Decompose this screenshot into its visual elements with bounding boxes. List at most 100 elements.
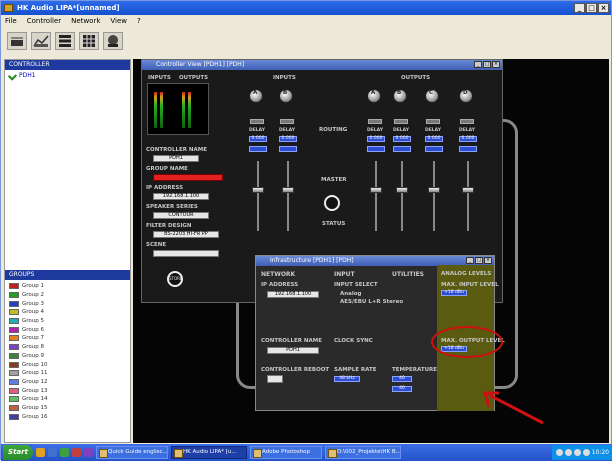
ip-address-field[interactable]: 192.168.1.100 — [153, 193, 209, 200]
delay-value[interactable]: 0.000 — [459, 136, 477, 142]
group-item[interactable]: Group 7 — [9, 334, 126, 343]
gain-value[interactable] — [279, 146, 297, 152]
delay-label: DELAY — [459, 128, 475, 133]
master-button[interactable] — [324, 195, 340, 211]
check-icon — [7, 70, 18, 81]
close-button[interactable]: × — [598, 3, 609, 13]
controller-item-pdh1[interactable]: PDH1 — [5, 70, 130, 81]
group-item[interactable]: Group 15 — [9, 404, 126, 413]
delay-value[interactable]: 0.000 — [393, 136, 411, 142]
list-button[interactable] — [55, 32, 75, 50]
group-item-label: Group 4 — [22, 309, 44, 316]
fader-handle[interactable] — [428, 187, 440, 193]
group-item[interactable]: Group 9 — [9, 352, 126, 361]
taskbar-item-quick-guide[interactable]: Quick Guide englisc... — [96, 446, 168, 459]
gain-value[interactable] — [393, 146, 411, 152]
mute-button[interactable] — [426, 119, 440, 124]
gain-value[interactable] — [425, 146, 443, 152]
group-name-field[interactable] — [153, 174, 223, 181]
mute-button[interactable] — [460, 119, 474, 124]
toolbar — [1, 28, 611, 54]
gain-value[interactable] — [249, 146, 267, 152]
cv-maximize-button[interactable]: □ — [483, 61, 491, 68]
group-color-swatch — [9, 344, 19, 351]
cv-close-button[interactable]: × — [492, 61, 500, 68]
group-item[interactable]: Group 6 — [9, 325, 126, 334]
mute-button[interactable] — [368, 119, 382, 124]
menu-network[interactable]: Network — [71, 15, 100, 27]
tray-icon[interactable] — [564, 449, 572, 456]
group-item[interactable]: Group 16 — [9, 412, 126, 421]
delay-value[interactable]: 0.000 — [279, 136, 297, 142]
mute-button[interactable] — [250, 119, 264, 124]
group-item[interactable]: Group 2 — [9, 291, 126, 300]
group-color-swatch — [9, 404, 19, 411]
max-input-level-select[interactable]: +18 dBu — [441, 290, 467, 296]
quicklaunch-icon[interactable] — [72, 448, 81, 457]
fader-handle[interactable] — [370, 187, 382, 193]
taskbar-item-hk-audio[interactable]: HK Audio LIPA* [u... — [171, 446, 247, 459]
group-item[interactable]: Group 4 — [9, 308, 126, 317]
new-button[interactable] — [7, 32, 27, 50]
taskbar-item-photoshop[interactable]: Adobe Photoshop — [250, 446, 322, 459]
group-item[interactable]: Group 5 — [9, 317, 126, 326]
group-item[interactable]: Group 10 — [9, 360, 126, 369]
group-item[interactable]: Group 13 — [9, 386, 126, 395]
mute-button[interactable] — [280, 119, 294, 124]
group-item[interactable]: Group 12 — [9, 378, 126, 387]
grid-button[interactable] — [79, 32, 99, 50]
group-color-swatch — [9, 335, 19, 342]
gain-value[interactable] — [367, 146, 385, 152]
filter-design-select[interactable]: BS-2203 HI-FR PP — [153, 231, 219, 238]
gain-value[interactable] — [459, 146, 477, 152]
fader-handle[interactable] — [462, 187, 474, 193]
menu-file[interactable]: File — [5, 15, 17, 27]
minimize-button[interactable]: _ — [574, 3, 585, 13]
controller-reboot-button[interactable] — [267, 375, 283, 383]
group-item[interactable]: Group 1 — [9, 282, 126, 291]
speaker-series-select[interactable]: CONTOUR — [153, 212, 209, 219]
menu-controller[interactable]: Controller — [27, 15, 61, 27]
delay-value[interactable]: 0.000 — [249, 136, 267, 142]
controller-name-field[interactable]: PDH1 — [153, 155, 199, 162]
group-item[interactable]: Group 8 — [9, 343, 126, 352]
chart-button[interactable] — [31, 32, 51, 50]
store-button[interactable]: STORE — [167, 271, 183, 287]
infra-close-button[interactable]: × — [484, 257, 492, 264]
fader-handle[interactable] — [252, 187, 264, 193]
maximize-button[interactable]: □ — [586, 3, 597, 13]
group-color-swatch — [9, 352, 19, 359]
taskbar-item-explorer[interactable]: D:\002_Projekte\HK B... — [325, 446, 401, 459]
tray-icon[interactable] — [573, 449, 581, 456]
fader-handle[interactable] — [282, 187, 294, 193]
filter-design-label: FILTER DESIGN — [146, 223, 192, 229]
tray-icon[interactable] — [555, 449, 563, 456]
start-button[interactable]: Start — [3, 445, 33, 460]
infra-controller-name-field[interactable]: PDH1 — [267, 347, 319, 354]
fader-handle[interactable] — [396, 187, 408, 193]
delay-value[interactable]: 0.000 — [367, 136, 385, 142]
infra-ip-address-field[interactable]: 192.168.1.100 — [267, 291, 319, 298]
input-select-label: INPUT SELECT — [334, 282, 378, 288]
infra-maximize-button[interactable]: □ — [475, 257, 483, 264]
quicklaunch-icon[interactable] — [84, 448, 93, 457]
menu-view[interactable]: View — [110, 15, 127, 27]
tray-icon[interactable] — [582, 449, 590, 456]
group-item[interactable]: Group 3 — [9, 299, 126, 308]
mute-button[interactable] — [394, 119, 408, 124]
device-button[interactable] — [103, 32, 123, 50]
quicklaunch-icon[interactable] — [60, 448, 69, 457]
infra-minimize-button[interactable]: _ — [466, 257, 474, 264]
chart-icon — [33, 35, 49, 47]
delay-value[interactable]: 0.000 — [425, 136, 443, 142]
group-item[interactable]: Group 14 — [9, 395, 126, 404]
scene-field[interactable] — [153, 250, 219, 257]
group-item[interactable]: Group 11 — [9, 369, 126, 378]
menu-help[interactable]: ? — [137, 15, 141, 27]
cv-minimize-button[interactable]: _ — [474, 61, 482, 68]
quicklaunch-icon[interactable] — [36, 448, 45, 457]
aes-option[interactable]: AES/EBU L+R Stereo — [340, 299, 403, 305]
quicklaunch-icon[interactable] — [48, 448, 57, 457]
analog-option[interactable]: Analog — [340, 291, 361, 297]
sample-rate-value[interactable]: 48 kHz — [334, 376, 360, 382]
